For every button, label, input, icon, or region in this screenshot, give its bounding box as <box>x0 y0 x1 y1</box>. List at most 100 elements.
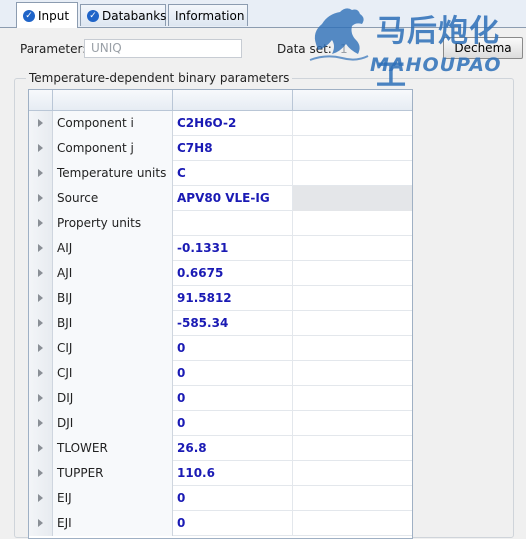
parameter-value-cell[interactable]: 110.6 <box>173 461 293 486</box>
extra-value-cell[interactable] <box>293 111 412 136</box>
row-selector[interactable] <box>29 386 53 411</box>
table-row[interactable]: BIJ 91.5812 <box>29 286 412 311</box>
row-selector[interactable] <box>29 461 53 486</box>
parameter-name-cell: TUPPER <box>53 461 173 486</box>
parameter-value-cell[interactable]: 0 <box>173 386 293 411</box>
table-row[interactable]: Temperature units C <box>29 161 412 186</box>
parameter-value-cell[interactable]: 0 <box>173 411 293 436</box>
parameter-name-cell: Source <box>53 186 173 211</box>
tab-databanks[interactable]: ✓ Databanks <box>80 4 166 26</box>
extra-value-cell[interactable] <box>293 186 412 211</box>
table-row[interactable]: AJI 0.6675 <box>29 261 412 286</box>
parameter-value-cell[interactable]: C2H6O-2 <box>173 111 293 136</box>
parameter-name-cell: Component i <box>53 111 173 136</box>
table-row[interactable]: TUPPER 110.6 <box>29 461 412 486</box>
input-panel: Parameter: UNIQ Data set: 1 Dechema Temp… <box>0 28 526 539</box>
parameter-value-cell[interactable]: -585.34 <box>173 311 293 336</box>
extra-value-cell[interactable] <box>293 261 412 286</box>
extra-value-cell[interactable] <box>293 461 412 486</box>
parameter-value-cell[interactable]: C <box>173 161 293 186</box>
tab-information[interactable]: Information <box>168 4 248 26</box>
row-selector[interactable] <box>29 361 53 386</box>
extra-value-cell[interactable] <box>293 161 412 186</box>
parameter-value-cell[interactable]: 0.6675 <box>173 261 293 286</box>
row-selector[interactable] <box>29 336 53 361</box>
row-arrow-icon <box>38 169 43 177</box>
table-row[interactable]: BJI -585.34 <box>29 311 412 336</box>
dataset-field[interactable]: 1 <box>340 42 348 56</box>
extra-value-cell[interactable] <box>293 436 412 461</box>
table-row[interactable]: DIJ 0 <box>29 386 412 411</box>
parameter-value-cell[interactable]: 0 <box>173 336 293 361</box>
table-row[interactable]: Component j C7H8 <box>29 136 412 161</box>
parameter-name-cell: DIJ <box>53 386 173 411</box>
extra-value-cell[interactable] <box>293 311 412 336</box>
row-arrow-icon <box>38 494 43 502</box>
parameter-name-cell: EIJ <box>53 486 173 511</box>
table-row[interactable]: TLOWER 26.8 <box>29 436 412 461</box>
parameter-value-cell[interactable]: 0 <box>173 361 293 386</box>
header-cell <box>293 90 412 110</box>
check-circle-icon: ✓ <box>23 9 35 22</box>
parameter-name-cell: BIJ <box>53 286 173 311</box>
row-selector[interactable] <box>29 211 53 236</box>
parameter-name-cell: DJI <box>53 411 173 436</box>
extra-value-cell[interactable] <box>293 286 412 311</box>
row-selector[interactable] <box>29 511 53 536</box>
extra-value-cell[interactable] <box>293 236 412 261</box>
parameter-name-cell: BJI <box>53 311 173 336</box>
extra-value-cell[interactable] <box>293 511 412 536</box>
parameter-name-cell: AJI <box>53 261 173 286</box>
row-selector[interactable] <box>29 236 53 261</box>
table-row[interactable]: CIJ 0 <box>29 336 412 361</box>
parameter-name-cell: AIJ <box>53 236 173 261</box>
table-row[interactable]: EJI 0 <box>29 511 412 536</box>
dechema-button[interactable]: Dechema <box>443 37 523 59</box>
table-row[interactable]: EIJ 0 <box>29 486 412 511</box>
row-arrow-icon <box>38 294 43 302</box>
parameter-value-cell[interactable]: APV80 VLE-IG <box>173 186 293 211</box>
extra-value-cell[interactable] <box>293 361 412 386</box>
row-selector[interactable] <box>29 136 53 161</box>
row-selector[interactable] <box>29 261 53 286</box>
parameter-value-cell[interactable]: 91.5812 <box>173 286 293 311</box>
row-arrow-icon <box>38 369 43 377</box>
row-selector[interactable] <box>29 486 53 511</box>
tab-bar: ✓ Input ✓ Databanks Information <box>0 0 526 28</box>
parameter-name-cell: Property units <box>53 211 173 236</box>
extra-value-cell[interactable] <box>293 486 412 511</box>
parameter-value-cell[interactable] <box>173 211 293 236</box>
table-row[interactable]: Component i C2H6O-2 <box>29 111 412 136</box>
row-selector[interactable] <box>29 286 53 311</box>
parameter-value-cell[interactable]: -0.1331 <box>173 236 293 261</box>
extra-value-cell[interactable] <box>293 136 412 161</box>
table-row[interactable]: Source APV80 VLE-IG <box>29 186 412 211</box>
parameter-value-cell[interactable]: 0 <box>173 511 293 536</box>
extra-value-cell[interactable] <box>293 211 412 236</box>
row-selector[interactable] <box>29 161 53 186</box>
extra-value-cell[interactable] <box>293 336 412 361</box>
row-selector[interactable] <box>29 186 53 211</box>
extra-value-cell[interactable] <box>293 386 412 411</box>
tab-input[interactable]: ✓ Input <box>16 2 78 28</box>
parameter-value-cell[interactable]: 26.8 <box>173 436 293 461</box>
table-row[interactable]: DJI 0 <box>29 411 412 436</box>
parameter-value-cell[interactable]: 0 <box>173 486 293 511</box>
parameter-value-cell[interactable]: C7H8 <box>173 136 293 161</box>
extra-value-cell[interactable] <box>293 411 412 436</box>
parameter-name-cell: Component j <box>53 136 173 161</box>
row-selector[interactable] <box>29 311 53 336</box>
row-selector[interactable] <box>29 436 53 461</box>
row-selector[interactable] <box>29 411 53 436</box>
table-row[interactable]: Property units <box>29 211 412 236</box>
table-row[interactable]: AIJ -0.1331 <box>29 236 412 261</box>
row-arrow-icon <box>38 144 43 152</box>
parameter-label: Parameter: <box>20 42 87 56</box>
table-row[interactable]: CJI 0 <box>29 361 412 386</box>
check-circle-icon: ✓ <box>87 9 99 22</box>
parameter-name-cell: CIJ <box>53 336 173 361</box>
parameter-field[interactable]: UNIQ <box>84 39 242 58</box>
row-arrow-icon <box>38 519 43 527</box>
tab-label: Databanks <box>102 9 167 23</box>
row-selector[interactable] <box>29 111 53 136</box>
